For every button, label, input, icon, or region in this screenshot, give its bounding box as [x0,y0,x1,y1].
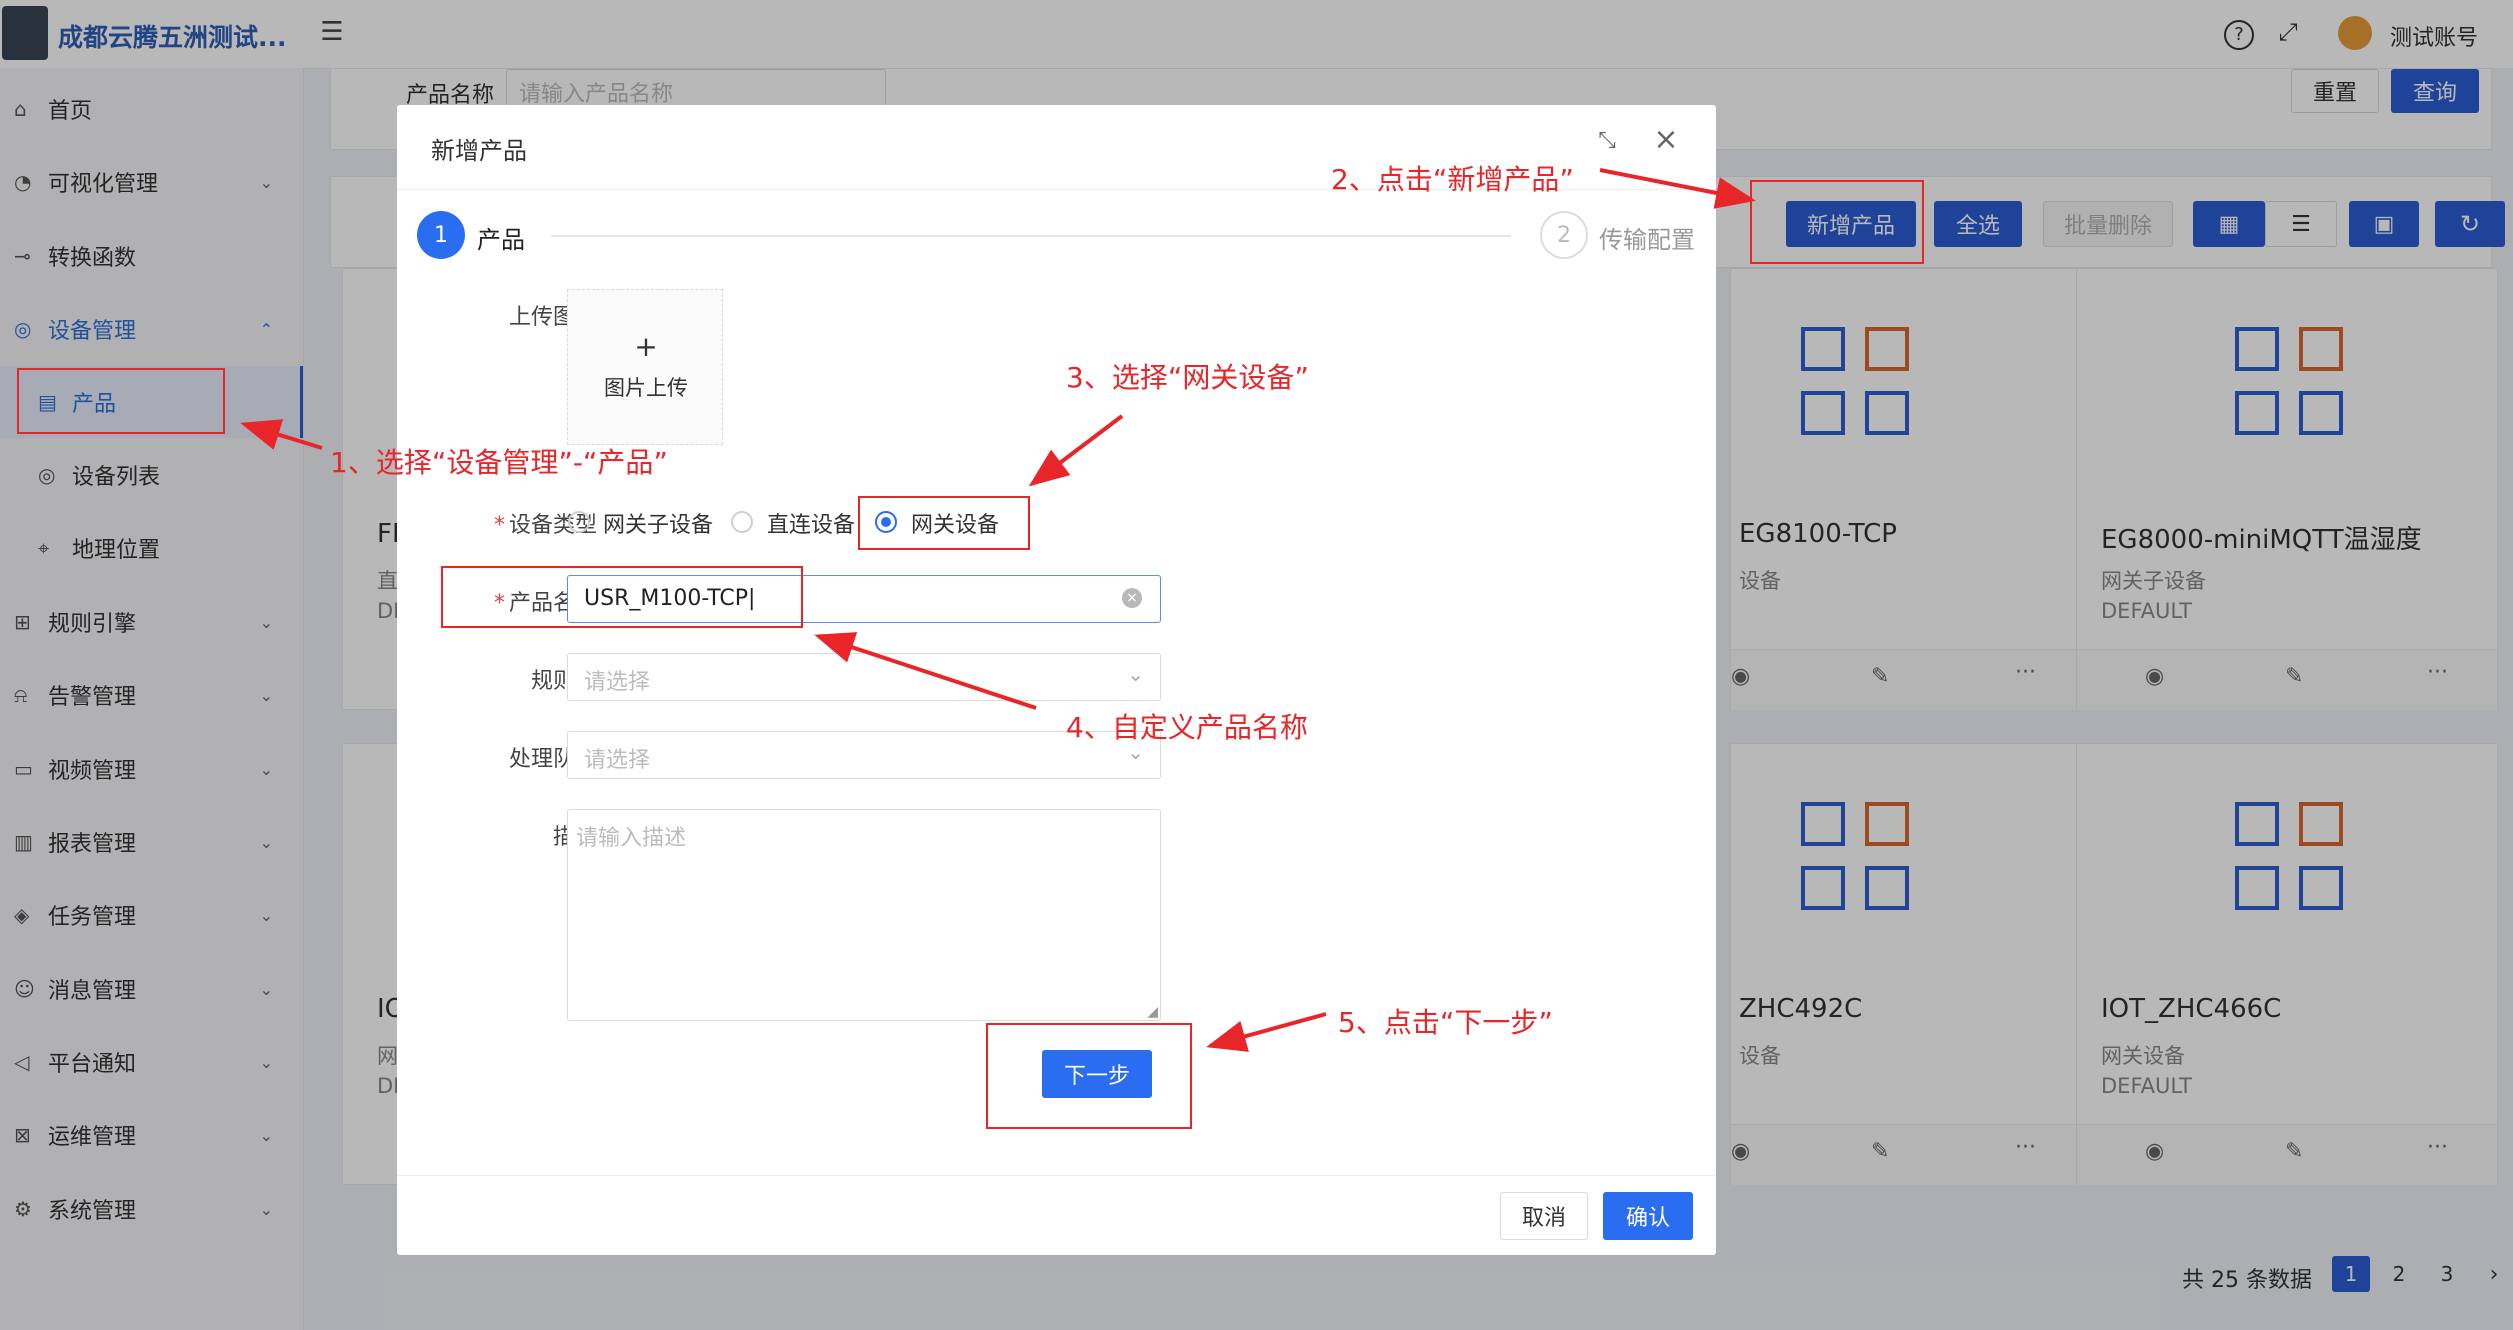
step-2-circle: 2 [1540,211,1588,259]
cancel-button[interactable]: 取消 [1500,1192,1588,1240]
annotation-5: 5、点击“下一步” [1338,1006,1553,1039]
highlight-add-button [1750,180,1924,264]
annotation-2: 2、点击“新增产品” [1331,163,1574,196]
annotation-3: 3、选择“网关设备” [1066,361,1309,394]
rule-chain-select[interactable]: 请选择 ⌄ [567,653,1161,701]
step-1-circle: 1 [417,211,465,259]
maximize-icon[interactable]: ⤡ [1593,127,1621,155]
chevron-down-icon: ⌄ [1127,662,1144,686]
dialog-title: 新增产品 [431,137,527,165]
highlight-next-button [986,1023,1192,1129]
radio-label: 直连设备 [767,513,856,538]
step-2-label: 传输配置 [1599,226,1695,254]
highlight-name-field [441,566,803,628]
radio-gateway-sub-device[interactable] [568,511,590,533]
confirm-button[interactable]: 确认 [1603,1192,1693,1240]
step-1-label: 产品 [477,226,525,254]
highlight-product-menu [17,368,225,434]
highlight-gateway-radio [858,496,1030,550]
step-connector [551,235,1511,237]
plus-icon: + [634,330,658,363]
divider [397,1175,1716,1176]
image-upload[interactable]: + 图片上传 [567,289,723,445]
radio-label: 网关子设备 [603,513,714,538]
upload-text: 图片上传 [604,376,688,400]
annotation-4: 4、自定义产品名称 [1066,711,1308,744]
description-textarea[interactable]: 请输入描述 ◢ [567,809,1161,1021]
device-type-label: * 设备类型 [493,513,597,538]
close-icon[interactable]: × [1651,125,1681,155]
resize-handle-icon[interactable]: ◢ [1147,1004,1158,1020]
annotation-1: 1、选择“设备管理”-“产品” [330,446,668,479]
clear-icon[interactable]: × [1122,588,1142,608]
radio-direct-device[interactable] [731,511,753,533]
